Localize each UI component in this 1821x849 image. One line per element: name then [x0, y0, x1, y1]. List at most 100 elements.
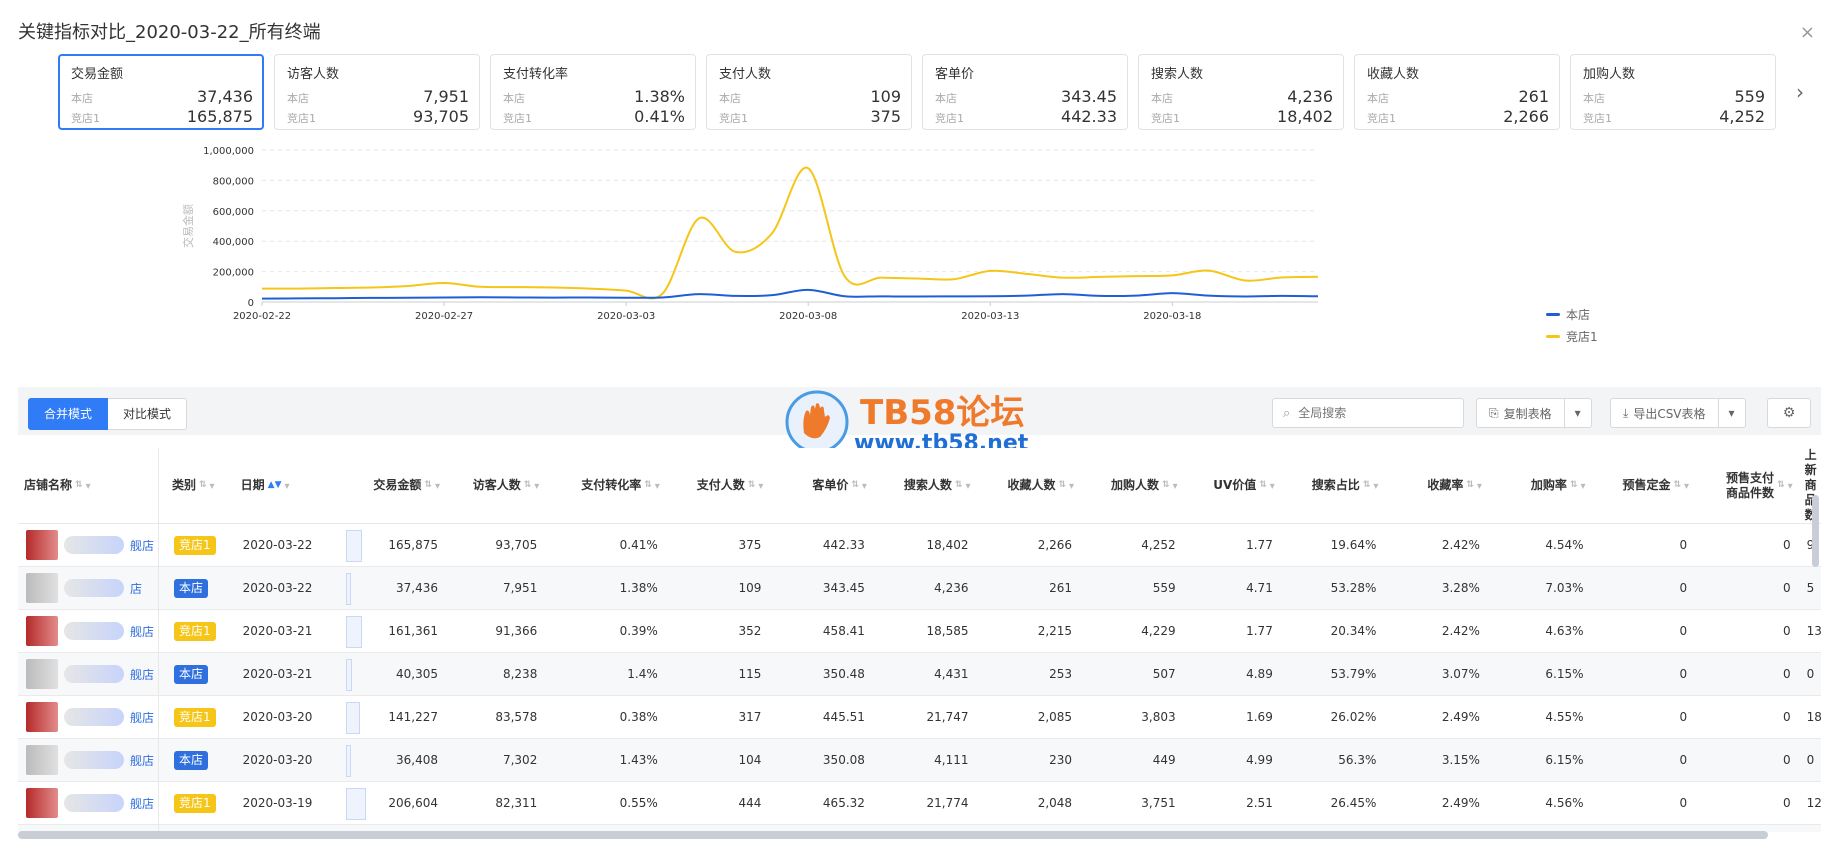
- sort-icon[interactable]: ⇅: [75, 478, 83, 493]
- filter-icon[interactable]: ▾: [285, 479, 290, 494]
- sort-icon[interactable]: ⇅: [748, 478, 756, 493]
- shop-name-text[interactable]: 舰店: [130, 795, 154, 812]
- filter-icon[interactable]: ▾: [862, 479, 867, 494]
- filter-icon[interactable]: ▾: [534, 479, 539, 494]
- sort-icon[interactable]: ⇅: [1777, 478, 1785, 493]
- column-header[interactable]: 日期 ▲▼ ▾: [234, 448, 341, 524]
- shop-name-text[interactable]: 店: [130, 580, 142, 597]
- column-header[interactable]: 预售定金 ⇅ ▾: [1591, 448, 1696, 524]
- close-icon[interactable]: ×: [1800, 22, 1815, 43]
- search-icon: ⌕: [1283, 405, 1291, 421]
- column-header[interactable]: 访客人数 ⇅ ▾: [445, 448, 546, 524]
- vertical-scrollbar[interactable]: [1812, 495, 1819, 567]
- horizontal-scrollbar[interactable]: [18, 831, 1768, 839]
- shop-name[interactable]: 舰店: [26, 702, 158, 732]
- sort-icon[interactable]: ⇅: [644, 478, 652, 493]
- column-header[interactable]: 交易金额 ⇅ ▾: [340, 448, 446, 524]
- sort-icon[interactable]: ⇅: [424, 478, 432, 493]
- filter-icon[interactable]: ▾: [758, 479, 763, 494]
- filter-icon[interactable]: ▾: [1173, 479, 1178, 494]
- sort-icon[interactable]: ▲▼: [268, 478, 282, 493]
- filter-icon[interactable]: ▾: [1477, 479, 1482, 494]
- chevron-right-icon[interactable]: ›: [1796, 80, 1804, 104]
- column-header[interactable]: 类别 ⇅ ▾: [165, 448, 235, 524]
- shop-name[interactable]: 舰店: [26, 745, 158, 775]
- shop-name[interactable]: 舰店: [26, 616, 158, 646]
- metric-card[interactable]: 收藏人数 本店 261 竞店1 2,266: [1354, 54, 1560, 130]
- column-header[interactable]: 加购人数 ⇅ ▾: [1080, 448, 1184, 524]
- filter-icon[interactable]: ▾: [965, 479, 970, 494]
- sort-icon[interactable]: ⇅: [1466, 478, 1474, 493]
- export-dropdown-chevron-icon[interactable]: ▾: [1717, 399, 1745, 427]
- shop-name[interactable]: 舰店: [26, 530, 158, 560]
- shop-name-text[interactable]: 舰店: [130, 666, 154, 683]
- compare-mode-button[interactable]: 对比模式: [108, 398, 188, 430]
- export-csv-button[interactable]: ⤓ 导出CSV表格 ▾: [1610, 398, 1746, 428]
- filter-icon[interactable]: ▾: [1684, 479, 1689, 494]
- table-row[interactable]: 舰店 本店 2020-03-20 36,408 7,302 1.43% 104 350.08 4…: [18, 738, 1821, 782]
- legend-item[interactable]: 本店: [1546, 303, 1598, 325]
- search-input[interactable]: [1296, 405, 1451, 421]
- copy-table-button[interactable]: ⎘ 复制表格 ▾: [1476, 398, 1592, 428]
- filter-icon[interactable]: ▾: [435, 479, 440, 494]
- sort-icon[interactable]: ⇅: [199, 478, 207, 493]
- table-row[interactable]: 舰店 竞店1 2020-03-21 161,361 91,366 0.39% 352 458.…: [18, 609, 1821, 653]
- column-header[interactable]: 收藏人数 ⇅ ▾: [976, 448, 1081, 524]
- shop-name-text[interactable]: 舰店: [130, 623, 154, 640]
- table-row[interactable]: 舰店 竞店1 2020-03-19 206,604 82,311 0.55% 444 465.…: [18, 781, 1821, 825]
- filter-icon[interactable]: ▾: [1580, 479, 1585, 494]
- filter-icon[interactable]: ▾: [210, 479, 215, 494]
- sort-icon[interactable]: ⇅: [1674, 478, 1682, 493]
- metric-card[interactable]: 支付转化率 本店 1.38% 竞店1 0.41%: [490, 54, 696, 130]
- sort-icon[interactable]: ⇅: [1363, 478, 1371, 493]
- sort-icon[interactable]: ⇅: [1058, 478, 1066, 493]
- shop-name-text[interactable]: 舰店: [130, 537, 154, 554]
- filter-icon[interactable]: ▾: [86, 479, 91, 494]
- filter-icon[interactable]: ▾: [655, 479, 660, 494]
- column-header[interactable]: 预售支付 商品件数 ⇅ ▾: [1695, 448, 1799, 524]
- column-header[interactable]: 收藏率 ⇅ ▾: [1384, 448, 1488, 524]
- filter-icon[interactable]: ▾: [1069, 479, 1074, 494]
- metric-card[interactable]: 客单价 本店 343.45 竞店1 442.33: [922, 54, 1128, 130]
- cell-presale: 0: [1591, 652, 1696, 696]
- sort-icon[interactable]: ⇅: [1162, 478, 1170, 493]
- sort-icon[interactable]: ⇅: [851, 478, 859, 493]
- filter-icon[interactable]: ▾: [1373, 479, 1378, 494]
- copy-dropdown-chevron-icon[interactable]: ▾: [1563, 399, 1591, 427]
- column-header[interactable]: UV价值 ⇅ ▾: [1183, 448, 1281, 524]
- legend-item[interactable]: 竞店1: [1546, 325, 1598, 347]
- column-header[interactable]: 加购率 ⇅ ▾: [1487, 448, 1592, 524]
- copy-table-label: 复制表格: [1503, 406, 1552, 421]
- sort-icon[interactable]: ⇅: [1570, 478, 1578, 493]
- metric-card[interactable]: 加购人数 本店 559 竞店1 4,252: [1570, 54, 1776, 130]
- settings-button[interactable]: ⚙: [1767, 398, 1811, 428]
- filter-icon[interactable]: ▾: [1788, 479, 1793, 494]
- table-row[interactable]: 店 本店 2020-03-22 37,436 7,951 1.38% 109 343.45 4,…: [18, 566, 1821, 610]
- shop-name[interactable]: 舰店: [26, 659, 158, 689]
- global-search[interactable]: ⌕: [1272, 398, 1464, 428]
- merge-mode-button[interactable]: 合并模式: [28, 398, 109, 430]
- metric-card[interactable]: 访客人数 本店 7,951 竞店1 93,705: [274, 54, 480, 130]
- cell-fav: 2,215: [976, 609, 1081, 653]
- shop-name-text[interactable]: 舰店: [130, 709, 154, 726]
- sort-icon[interactable]: ⇅: [1259, 478, 1267, 493]
- column-header[interactable]: 搜索人数 ⇅ ▾: [872, 448, 977, 524]
- shop-name[interactable]: 店: [26, 573, 158, 603]
- column-header[interactable]: 支付人数 ⇅ ▾: [665, 448, 770, 524]
- shop-name-text[interactable]: 舰店: [130, 752, 154, 769]
- column-header[interactable]: 客单价 ⇅ ▾: [769, 448, 873, 524]
- table-row[interactable]: 舰店 本店 2020-03-21 40,305 8,238 1.4% 115 350.48 4,…: [18, 652, 1821, 696]
- shop-name[interactable]: 舰店: [26, 788, 158, 818]
- column-header[interactable]: 支付转化率 ⇅ ▾: [545, 448, 666, 524]
- sort-icon[interactable]: ⇅: [524, 478, 532, 493]
- table-row[interactable]: 舰店 竞店1 2020-03-20 141,227 83,578 0.38% 317 445.…: [18, 695, 1821, 739]
- column-header[interactable]: 店铺名称 ⇅ ▾: [18, 448, 166, 524]
- filter-icon[interactable]: ▾: [1270, 479, 1275, 494]
- metric-card[interactable]: 交易金额 本店 37,436 竞店1 165,875: [58, 54, 264, 130]
- metric-name: 交易金额: [71, 67, 124, 82]
- column-header[interactable]: 搜索占比 ⇅ ▾: [1280, 448, 1385, 524]
- metric-card[interactable]: 支付人数 本店 109 竞店1 375: [706, 54, 912, 130]
- table-row[interactable]: 舰店 竞店1 2020-03-22 165,875 93,705 0.41% 375 442.…: [18, 523, 1821, 567]
- metric-card[interactable]: 搜索人数 本店 4,236 竞店1 18,402: [1138, 54, 1344, 130]
- sort-icon[interactable]: ⇅: [955, 478, 963, 493]
